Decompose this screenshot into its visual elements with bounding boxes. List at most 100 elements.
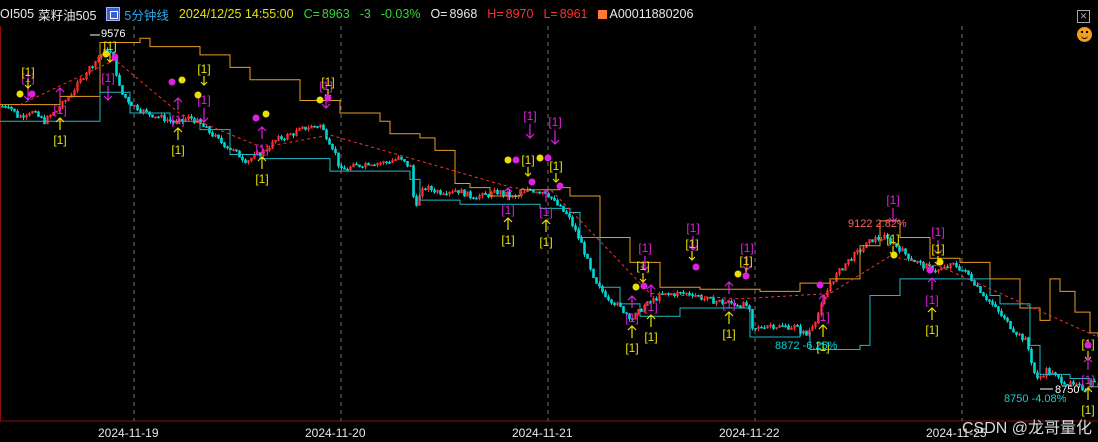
candle-body: [361, 166, 364, 168]
candle-body: [388, 162, 391, 164]
candle-body: [1036, 372, 1039, 379]
candle-body: [589, 258, 592, 270]
candle-body: [1015, 331, 1018, 335]
x-tick-label: 2024-11-20: [305, 426, 366, 440]
buy-confirm-arrow-icon: [724, 311, 734, 324]
candle-body: [475, 197, 478, 200]
candle-body: [337, 152, 340, 167]
candle-body: [4, 105, 7, 108]
candle-body: [202, 123, 205, 127]
signal-label-buy: [1]: [53, 103, 66, 117]
signal-dot: [936, 258, 944, 266]
candle-body: [400, 156, 403, 160]
candle-body: [1003, 315, 1006, 319]
candle-body: [781, 325, 784, 327]
buy-arrow-icon: [627, 295, 637, 308]
indicator-name[interactable]: A00011880206: [610, 7, 694, 21]
candle-body: [331, 144, 334, 150]
signal-label-sell: [1]: [686, 221, 699, 235]
candle-body: [565, 211, 568, 215]
signal-label-buy: [1]: [925, 293, 938, 307]
buy-confirm-arrow-icon: [55, 117, 65, 130]
signal-label-buy: [1]: [625, 311, 638, 325]
candle-body: [358, 164, 361, 167]
symbol-name: 菜籽油505: [38, 8, 97, 23]
hold-arrow-icon: [688, 251, 696, 261]
candle-body: [967, 270, 970, 275]
signal-dot: [640, 282, 648, 290]
signal-label-buy: [1]: [171, 113, 184, 127]
candle-body: [322, 124, 325, 131]
signal-label-buy: [1]: [539, 205, 552, 219]
candle-body: [787, 325, 790, 330]
candle-body: [607, 296, 610, 301]
candle-body: [130, 101, 133, 107]
signal-label-hold: [1]: [685, 237, 698, 251]
candle-body: [841, 268, 844, 271]
candle-body: [688, 292, 691, 295]
grid-square-icon[interactable]: [106, 7, 121, 21]
candle-body: [679, 291, 682, 294]
candle-body: [115, 58, 118, 76]
candle-body: [22, 115, 25, 118]
candle-body: [433, 189, 436, 193]
buy-confirm-arrow-icon: [646, 314, 656, 327]
candle-body: [610, 299, 613, 304]
candle-body: [850, 259, 853, 261]
change-percent: -0.03%: [380, 7, 421, 21]
candle-body: [283, 138, 286, 141]
candle-body: [340, 165, 343, 169]
candle-body: [280, 136, 283, 140]
candle-body: [190, 116, 193, 119]
signal-label-buy-confirm: [1]: [644, 330, 657, 344]
candle-body: [457, 190, 460, 194]
signal-label-buy: [1]: [722, 297, 735, 311]
symbol-code: OI505: [0, 7, 35, 21]
signal-dot: [1084, 341, 1092, 349]
candle-body: [34, 111, 37, 113]
hold-arrow-icon: [639, 273, 647, 283]
smiley-icon[interactable]: [1077, 27, 1092, 42]
candle-body: [211, 132, 214, 137]
close-icon[interactable]: ✕: [1077, 10, 1090, 23]
candle-body: [316, 126, 319, 128]
chart-area[interactable]: [1] [1] [1] [1] [1] [1] [1] [1] [1] [1] [1] [1] [1] […: [0, 0, 1098, 442]
buy-arrow-icon: [927, 277, 937, 290]
candle-body: [10, 106, 13, 110]
candle-body: [241, 156, 244, 161]
candle-body: [583, 242, 586, 255]
change-value: -3: [359, 7, 371, 21]
candle-body: [469, 191, 472, 198]
candle-body: [346, 168, 349, 171]
candle-body: [919, 261, 922, 263]
candle-body: [877, 237, 880, 240]
period-label[interactable]: 5分钟线: [124, 5, 168, 24]
candle-body: [898, 246, 901, 252]
signal-label-buy-confirm: [1]: [925, 323, 938, 337]
candle-body: [1, 105, 4, 108]
candle-body: [712, 297, 715, 304]
signal-dot: [926, 266, 934, 274]
low-label: L=: [543, 7, 558, 21]
signal-dot: [168, 78, 176, 86]
buy-confirm-arrow-icon: [818, 324, 828, 337]
candle-body: [1006, 317, 1009, 322]
candle-body: [403, 159, 406, 162]
candle-body: [613, 302, 616, 306]
candle-body: [235, 149, 238, 152]
candle-body: [580, 237, 583, 243]
candle-body: [964, 270, 967, 272]
signal-label-hold: [1]: [21, 65, 34, 79]
candle-body: [487, 194, 490, 198]
candle-body: [736, 305, 739, 307]
candle-body: [1057, 374, 1060, 378]
signal-dot: [742, 272, 750, 280]
candle-body: [907, 253, 910, 260]
buy-arrow-icon: [724, 281, 734, 294]
candle-body: [139, 109, 142, 113]
candle-body: [934, 270, 937, 273]
candle-body: [40, 116, 43, 118]
price-chart[interactable]: [1] [1] [1] [1] [1] [1] [1] [1] [1] [1] [1] [1] [1] […: [0, 0, 1098, 442]
candle-body: [13, 108, 16, 112]
signal-dot: [890, 251, 898, 259]
